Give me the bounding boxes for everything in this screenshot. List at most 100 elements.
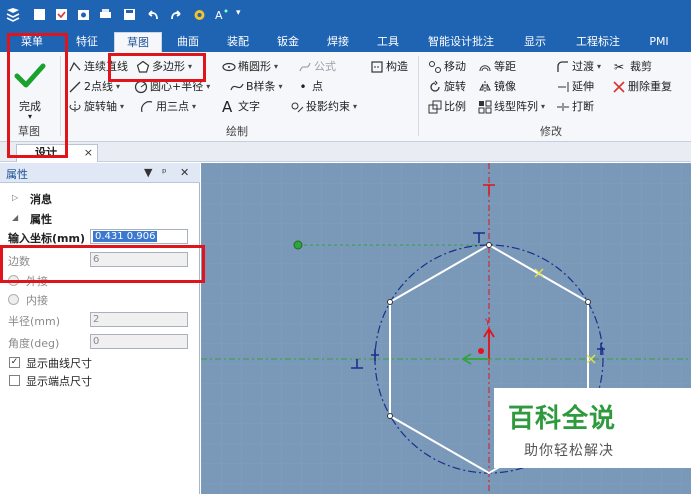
trim-label: 裁剪 bbox=[630, 60, 652, 73]
radius-input[interactable]: 2 bbox=[90, 312, 188, 327]
coord-input[interactable]: 0.431 0.906 bbox=[90, 229, 188, 244]
rebuild-icon[interactable] bbox=[192, 7, 207, 22]
three-point-label: 用三点 bbox=[156, 100, 189, 113]
move-button[interactable]: 移动 bbox=[428, 58, 466, 76]
print-icon[interactable] bbox=[98, 7, 113, 22]
tab-sketch[interactable]: 草图 bbox=[114, 32, 162, 52]
rotate-label: 旋转 bbox=[444, 80, 466, 93]
tab-menu[interactable]: 菜单 bbox=[8, 32, 56, 52]
tab-engineering-annotation[interactable]: 工程标注 bbox=[566, 32, 630, 52]
panel-menu-icon[interactable]: ▼ bbox=[144, 166, 152, 179]
delete-duplicate-button[interactable]: 删除重复 bbox=[612, 78, 672, 96]
two-point-line-button[interactable]: 2点线 ▾ bbox=[68, 78, 120, 96]
ellipse-button[interactable]: 椭圆形 ▾ bbox=[222, 58, 278, 76]
undo-icon[interactable] bbox=[146, 7, 161, 22]
section-properties[interactable]: 属性 bbox=[30, 211, 52, 227]
close-icon[interactable]: × bbox=[84, 145, 93, 161]
point-button[interactable]: • 点 bbox=[296, 78, 323, 96]
sides-input[interactable]: 6 bbox=[90, 252, 188, 267]
offset-button[interactable]: 等距 bbox=[478, 58, 516, 76]
text-style-icon[interactable]: A bbox=[214, 7, 229, 22]
line-icon bbox=[69, 81, 81, 93]
vertex-point[interactable] bbox=[585, 299, 591, 305]
tab-features[interactable]: 特征 bbox=[62, 32, 112, 52]
mirror-button[interactable]: 镜像 bbox=[478, 78, 516, 96]
construction-button[interactable]: 构造 bbox=[370, 58, 408, 76]
mirror-icon bbox=[479, 81, 491, 93]
trim-button[interactable]: ✂ 裁剪 bbox=[614, 58, 652, 76]
bspline-button[interactable]: B样条 ▾ bbox=[230, 78, 283, 96]
collapse-arrow-icon[interactable]: ▷ bbox=[12, 193, 18, 202]
done-dropdown-icon[interactable]: ▾ bbox=[8, 112, 52, 121]
circle-icon bbox=[134, 80, 148, 94]
formula-label: 公式 bbox=[314, 60, 336, 73]
inscribed-label: 内接 bbox=[26, 294, 48, 307]
circumscribed-radio[interactable] bbox=[8, 275, 19, 286]
open-folder-icon[interactable] bbox=[76, 7, 91, 22]
projection-dropdown-icon[interactable]: ▾ bbox=[353, 98, 357, 116]
angle-label: 角度(deg) bbox=[8, 337, 60, 350]
arc-dropdown-icon[interactable]: ▾ bbox=[192, 98, 196, 116]
pin-icon[interactable]: ᵖ bbox=[162, 166, 167, 179]
show-endpoint-dim-checkbox[interactable] bbox=[9, 375, 20, 386]
spline-dropdown-icon[interactable]: ▾ bbox=[279, 78, 283, 96]
app-logo-icon[interactable] bbox=[6, 7, 21, 22]
scale-button[interactable]: 比例 bbox=[428, 98, 466, 116]
vertex-point[interactable] bbox=[387, 413, 393, 419]
polygon-button[interactable]: 多边形 ▾ bbox=[136, 58, 192, 76]
cursor-point[interactable] bbox=[293, 240, 303, 250]
continuous-line-button[interactable]: 连续直线 bbox=[68, 58, 128, 76]
tab-sheetmetal[interactable]: 钣金 bbox=[264, 32, 312, 52]
vertex-point[interactable] bbox=[486, 242, 492, 248]
three-point-button[interactable]: 用三点 ▾ bbox=[140, 98, 196, 116]
linear-pattern-button[interactable]: 线型阵列 ▾ bbox=[478, 98, 545, 116]
save-icon[interactable] bbox=[122, 7, 137, 22]
text-icon: A bbox=[222, 98, 233, 116]
break-button[interactable]: 打断 bbox=[556, 98, 594, 116]
fillet-button[interactable]: 过渡 ▾ bbox=[556, 58, 601, 76]
rotation-axis-label: 旋转轴 bbox=[84, 100, 117, 113]
two-point-line-label: 2点线 bbox=[84, 80, 113, 93]
tab-assembly[interactable]: 装配 bbox=[214, 32, 262, 52]
coord-value: 0.431 0.906 bbox=[93, 231, 158, 242]
circle-dropdown-icon[interactable]: ▾ bbox=[206, 78, 210, 96]
rotation-axis-button[interactable]: 旋转轴 ▾ bbox=[68, 98, 124, 116]
tab-display[interactable]: 显示 bbox=[510, 32, 560, 52]
fillet-dropdown-icon[interactable]: ▾ bbox=[597, 58, 601, 76]
center-radius-button[interactable]: 圆心+半径 ▾ bbox=[134, 78, 210, 96]
tab-surface[interactable]: 曲面 bbox=[164, 32, 212, 52]
rotation-axis-dropdown-icon[interactable]: ▾ bbox=[120, 98, 124, 116]
ellipse-icon bbox=[222, 62, 236, 72]
new-file-icon[interactable] bbox=[32, 7, 47, 22]
show-curve-dim-checkbox[interactable]: ✓ bbox=[9, 357, 20, 368]
redo-icon[interactable] bbox=[168, 7, 183, 22]
open-file-icon[interactable] bbox=[54, 7, 69, 22]
projection-constraint-button[interactable]: 投影约束 ▾ bbox=[290, 98, 357, 116]
polygon-dropdown-icon[interactable]: ▾ bbox=[188, 58, 192, 76]
inscribed-radio[interactable] bbox=[8, 294, 19, 305]
watermark-subtitle: 助你轻松解决 bbox=[524, 443, 614, 459]
vertex-point[interactable] bbox=[387, 299, 393, 305]
close-icon[interactable]: ✕ bbox=[180, 166, 189, 179]
expand-arrow-icon[interactable]: ◢ bbox=[12, 213, 18, 222]
tab-pmi[interactable]: PMI bbox=[636, 32, 682, 52]
done-button[interactable]: 完成 ▾ bbox=[8, 56, 52, 122]
ribbon-panel: 完成 ▾ 草图 连续直线 多边形 ▾ 椭圆形 ▾ 公式 构造 2点线 ▾ 圆心+… bbox=[0, 52, 691, 142]
linear-pattern-dropdown-icon[interactable]: ▾ bbox=[541, 98, 545, 116]
tab-weld[interactable]: 焊接 bbox=[314, 32, 362, 52]
angle-input[interactable]: 0 bbox=[90, 334, 188, 349]
line-dropdown-icon[interactable]: ▾ bbox=[116, 78, 120, 96]
rotate-icon bbox=[430, 80, 440, 92]
document-tab[interactable]: 设计 × bbox=[16, 144, 98, 162]
text-button[interactable]: A 文字 bbox=[222, 98, 260, 116]
ellipse-dropdown-icon[interactable]: ▾ bbox=[274, 58, 278, 76]
quick-access-menu-icon[interactable]: ▾ bbox=[236, 8, 241, 18]
tab-tools[interactable]: 工具 bbox=[364, 32, 412, 52]
section-message[interactable]: 消息 bbox=[30, 191, 52, 207]
tab-smart-annotation[interactable]: 智能设计批注 bbox=[420, 32, 502, 52]
rotate-button[interactable]: 旋转 bbox=[428, 78, 466, 96]
ribbon-tabs: 菜单 特征 草图 曲面 装配 钣金 焊接 工具 智能设计批注 显示 工程标注 P… bbox=[0, 30, 691, 52]
origin-icon bbox=[478, 348, 484, 354]
formula-button[interactable]: 公式 bbox=[298, 58, 336, 76]
extend-button[interactable]: 延伸 bbox=[556, 78, 594, 96]
